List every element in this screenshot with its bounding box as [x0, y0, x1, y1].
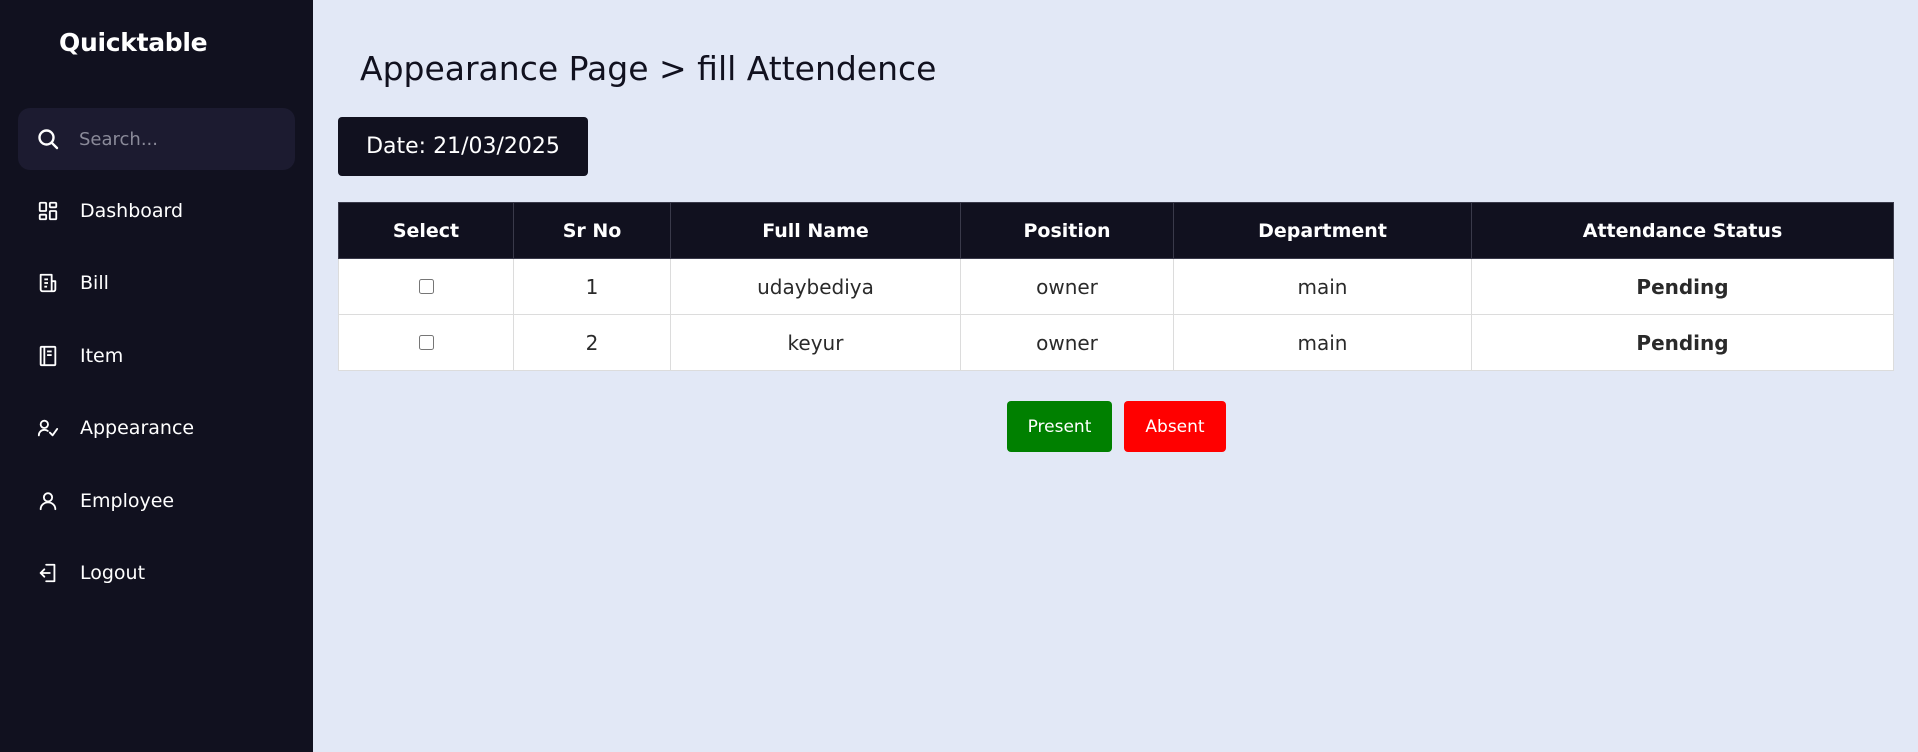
sidebar-item-logout[interactable]: Logout	[18, 548, 295, 598]
sr-no-cell: 1	[513, 258, 671, 315]
department-cell: main	[1173, 314, 1472, 371]
column-header-full-name: Full Name	[670, 202, 961, 259]
user-icon	[39, 492, 57, 511]
row-select-checkbox[interactable]	[418, 278, 434, 294]
sidebar-item-label: Bill	[80, 272, 109, 294]
search-icon	[38, 129, 59, 150]
attendance-table: Select Sr No Full Name Position Departme…	[338, 202, 1894, 371]
full-name-cell: udaybediya	[670, 258, 961, 315]
row-select-checkbox[interactable]	[418, 334, 434, 350]
sidebar-item-label: Employee	[80, 490, 175, 512]
search-box[interactable]	[18, 108, 295, 170]
select-cell	[338, 258, 514, 315]
column-header-sr-no: Sr No	[513, 202, 671, 259]
sidebar-item-item[interactable]: Item	[18, 331, 295, 381]
item-book-icon	[39, 345, 57, 367]
attendance-status-cell: Pending	[1471, 258, 1894, 315]
department-cell: main	[1173, 258, 1472, 315]
full-name-cell: keyur	[670, 314, 961, 371]
sidebar-item-appearance[interactable]: Appearance	[18, 403, 295, 453]
column-header-department: Department	[1173, 202, 1472, 259]
column-header-attendance-status: Attendance Status	[1471, 202, 1894, 259]
attendance-status-cell: Pending	[1471, 314, 1894, 371]
sidebar-item-label: Item	[80, 345, 124, 367]
dashboard-grid-icon	[38, 201, 58, 221]
date-badge: Date: 21/03/2025	[338, 117, 588, 176]
absent-button[interactable]: Absent	[1124, 401, 1226, 452]
sidebar-item-label: Logout	[80, 562, 146, 584]
bill-icon	[39, 273, 57, 293]
page-title: Appearance Page > fill Attendence	[360, 49, 937, 88]
sidebar-item-label: Dashboard	[80, 200, 184, 222]
sidebar-item-bill[interactable]: Bill	[18, 258, 295, 308]
table-header-row: Select Sr No Full Name Position Departme…	[338, 202, 1894, 259]
present-button[interactable]: Present	[1007, 401, 1112, 452]
brand-logo-text: Quicktable	[59, 28, 208, 57]
column-header-position: Position	[960, 202, 1174, 259]
position-cell: owner	[960, 258, 1174, 315]
user-check-icon	[37, 419, 59, 437]
table-row: 2 keyur owner main Pending	[338, 314, 1894, 371]
search-input[interactable]	[79, 108, 279, 170]
sidebar-item-dashboard[interactable]: Dashboard	[18, 186, 295, 236]
table-row: 1 udaybediya owner main Pending	[338, 258, 1894, 315]
select-cell	[338, 314, 514, 371]
sidebar: Quicktable Dashboard Bill	[0, 0, 313, 752]
sidebar-item-employee[interactable]: Employee	[18, 476, 295, 526]
sr-no-cell: 2	[513, 314, 671, 371]
sidebar-item-label: Appearance	[80, 417, 195, 439]
position-cell: owner	[960, 314, 1174, 371]
logout-icon	[39, 563, 56, 583]
column-header-select: Select	[338, 202, 514, 259]
